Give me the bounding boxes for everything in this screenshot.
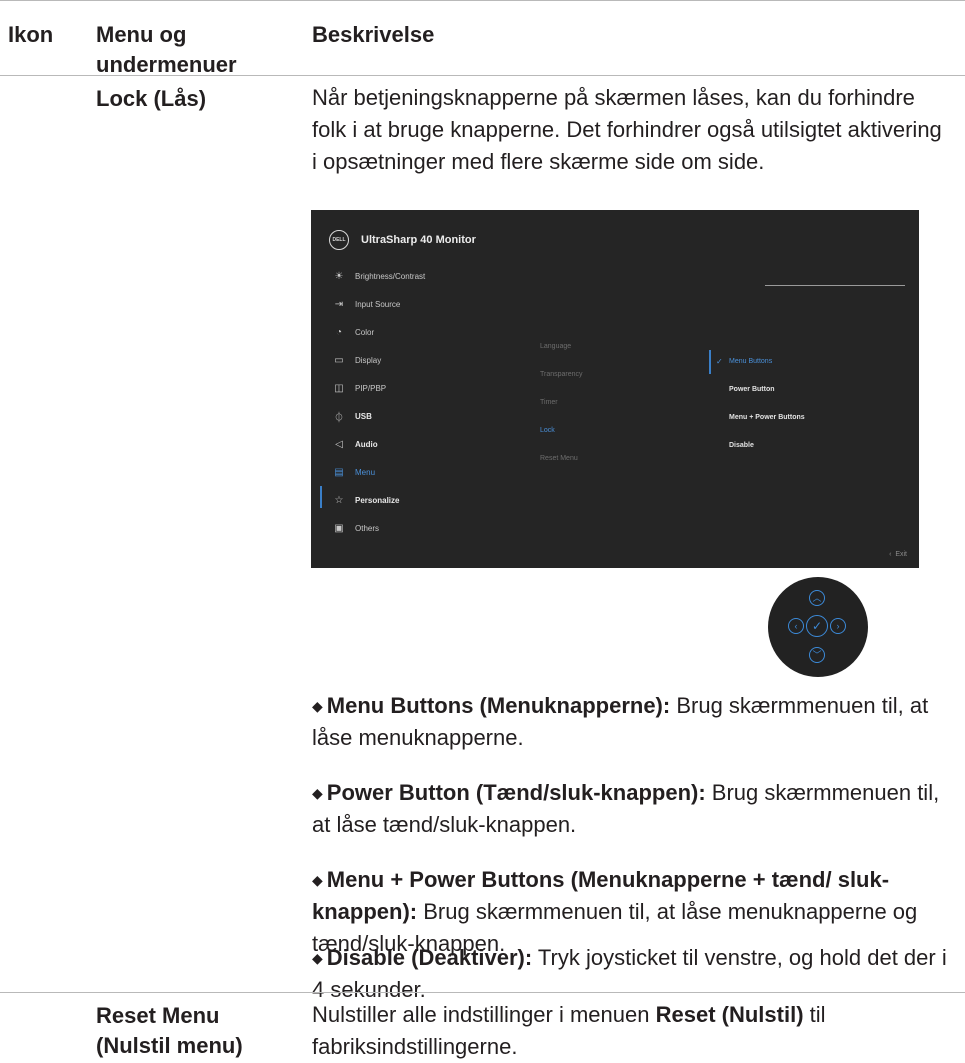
header-menu-line1: Menu og — [96, 22, 187, 47]
osd-sub-reset-menu: Reset Menu — [540, 455, 578, 462]
osd-menu-screenshot: DELL UltraSharp 40 Monitor ☀ Brightness/… — [311, 210, 919, 568]
osd-sub-lock: Lock — [540, 427, 555, 434]
diamond-bullet-icon: ◆ — [312, 785, 323, 801]
usb-icon: ⏀ — [334, 412, 344, 424]
osd-menu-menu: ▤ Menu — [329, 464, 375, 480]
osd-menu-active-indicator — [320, 486, 322, 508]
joystick-center-check-icon: ✓ — [806, 615, 828, 637]
joystick-up-icon: ︿ — [809, 590, 825, 606]
brightness-icon: ☀ — [334, 270, 344, 282]
bullet-menu-buttons: ◆ Menu Buttons (Menuknapperne): Brug skær… — [312, 693, 929, 750]
audio-icon: ◁ — [335, 438, 343, 450]
diamond-bullet-icon: ◆ — [312, 698, 323, 714]
osd-option-menu-buttons: Menu Buttons — [729, 358, 773, 365]
osd-menu-pip-pbp: ◫ PIP/PBP — [329, 380, 386, 396]
osd-option-menu-power-buttons: Menu + Power Buttons — [729, 414, 805, 421]
reset-row-name: Reset Menu (Nulstil menu) — [96, 1003, 243, 1058]
bullet-disable: ◆ Disable (Deaktiver): Tryk joysticket ti… — [312, 945, 947, 1002]
osd-menu-color: ◔ Color — [329, 324, 374, 340]
osd-menu-others: ▣ Others — [329, 520, 379, 536]
osd-menu-audio: ◁ Audio — [329, 436, 378, 452]
osd-option-power-button: Power Button — [729, 386, 775, 393]
osd-sub-timer: Timer — [540, 399, 558, 406]
osd-option-active-indicator — [709, 350, 711, 374]
input-source-icon: ⇥ — [334, 298, 344, 310]
diamond-bullet-icon: ◆ — [312, 950, 323, 966]
osd-sub-language: Language — [540, 343, 572, 350]
display-icon: ▭ — [334, 354, 344, 366]
diamond-bullet-icon: ◆ — [312, 872, 323, 888]
osd-sub-transparency: Transparency — [540, 371, 583, 378]
osd-menu-display: ▭ Display — [329, 352, 381, 368]
menu-icon: ▤ — [334, 466, 344, 478]
osd-menu-usb: ⏀ USB — [329, 408, 372, 424]
chevron-left-icon: ‹ — [889, 551, 892, 558]
osd-menu-brightness-contrast: ☀ Brightness/Contrast — [329, 268, 426, 284]
header-menu-line2: undermenuer — [96, 52, 237, 77]
lock-row-description: Når betjeningsknapperne på skærmen låses… — [312, 85, 942, 174]
pip-pbp-icon: ◫ — [334, 382, 344, 394]
osd-menu-personalize: ☆ Personalize — [329, 492, 400, 508]
header-menu-column: Menu og undermenuer — [96, 20, 237, 80]
joystick-down-icon: ﹀ — [809, 647, 825, 663]
header-bottom-rule — [0, 75, 965, 76]
joystick-diagram: ︿ ﹀ ‹ › ✓ — [768, 577, 868, 677]
reset-row-description: Nulstiller alle indstillinger i menuen R… — [312, 1002, 826, 1059]
lock-row-name: Lock (Lås) — [96, 86, 207, 111]
others-icon: ▣ — [334, 522, 344, 534]
reset-row-top-rule — [0, 992, 965, 993]
osd-menu-input-source: ⇥ Input Source — [329, 296, 401, 312]
joystick-left-icon: ‹ — [788, 618, 804, 634]
star-icon: ☆ — [334, 494, 344, 506]
osd-exit: ‹ Exit — [889, 551, 907, 558]
osd-title-bar: DELL UltraSharp 40 Monitor — [329, 230, 476, 250]
osd-title: UltraSharp 40 Monitor — [361, 234, 476, 246]
check-icon: ✓ — [716, 357, 723, 366]
joystick-right-icon: › — [830, 618, 846, 634]
table-top-rule — [0, 0, 965, 1]
bullet-power-button: ◆ Power Button (Tænd/sluk-knappen): Brug … — [312, 780, 940, 837]
osd-header-underline — [765, 285, 905, 286]
header-icon-column: Ikon — [8, 22, 54, 47]
color-icon: ◔ — [335, 326, 343, 338]
header-description-column: Beskrivelse — [312, 22, 435, 47]
osd-option-disable: Disable — [729, 442, 754, 449]
dell-logo-icon: DELL — [329, 230, 349, 250]
